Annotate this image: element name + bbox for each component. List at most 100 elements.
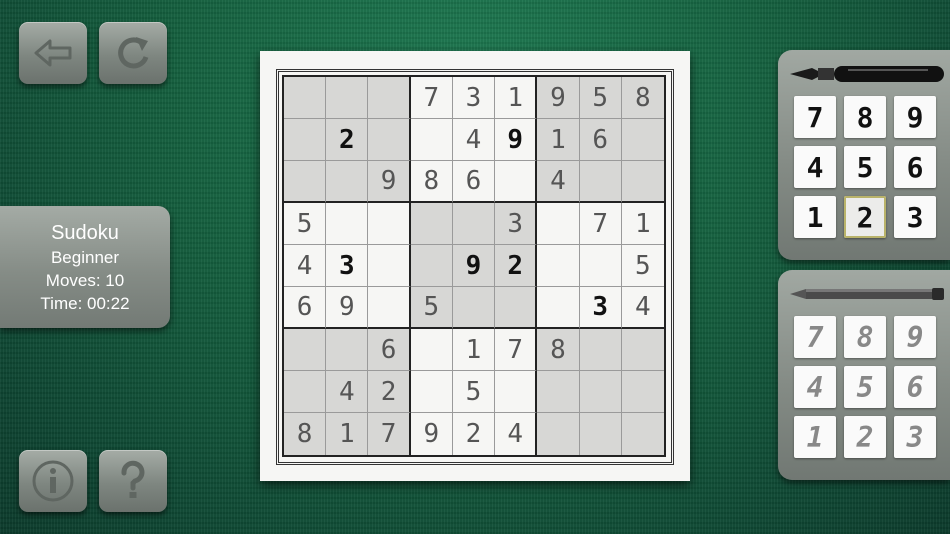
- board-cell-r8c4[interactable]: [410, 371, 453, 413]
- board-cell-r9c2[interactable]: 1: [326, 413, 369, 455]
- board-cell-r3c4[interactable]: 8: [410, 161, 453, 203]
- board-cell-r8c7[interactable]: [537, 371, 580, 413]
- board-cell-r8c2[interactable]: 4: [326, 371, 369, 413]
- pen-key-6[interactable]: 6: [894, 146, 936, 188]
- board-cell-r1c1[interactable]: [284, 77, 327, 119]
- board-cell-r6c2[interactable]: 9: [326, 287, 369, 329]
- board-cell-r7c4[interactable]: [410, 329, 453, 371]
- board-cell-r5c1[interactable]: 4: [284, 245, 327, 287]
- board-cell-r9c8[interactable]: [579, 413, 622, 455]
- board-cell-r9c5[interactable]: 2: [453, 413, 496, 455]
- pencil-key-1[interactable]: 1: [794, 416, 836, 458]
- board-cell-r9c4[interactable]: 9: [411, 413, 453, 455]
- board-cell-r4c3[interactable]: [368, 203, 411, 245]
- pencil-key-3[interactable]: 3: [894, 416, 936, 458]
- board-cell-r9c9[interactable]: [621, 413, 664, 455]
- pen-key-2[interactable]: 2: [844, 196, 886, 238]
- board-cell-r1c8[interactable]: 5: [579, 77, 622, 119]
- pencil-key-9[interactable]: 9: [894, 316, 936, 358]
- back-button[interactable]: [19, 22, 87, 84]
- board-cell-r1c6[interactable]: 1: [495, 77, 538, 119]
- board-cell-r2c4[interactable]: [410, 119, 453, 161]
- pen-key-7[interactable]: 7: [794, 96, 836, 138]
- pencil-key-6[interactable]: 6: [894, 366, 936, 408]
- board-cell-r2c1[interactable]: [284, 119, 327, 161]
- board-cell-r9c6[interactable]: 4: [495, 413, 538, 455]
- redo-button[interactable]: [99, 22, 167, 84]
- board-cell-r1c2[interactable]: [326, 77, 369, 119]
- board-cell-r6c4[interactable]: 5: [410, 287, 453, 329]
- board-cell-r3c3[interactable]: 9: [368, 161, 411, 203]
- board-cell-r2c5[interactable]: 4: [452, 119, 496, 161]
- board-cell-r3c5[interactable]: 6: [452, 161, 496, 203]
- board-cell-r6c5[interactable]: [452, 287, 496, 329]
- board-cell-r3c1[interactable]: [284, 161, 327, 203]
- board-cell-r8c1[interactable]: [284, 371, 327, 413]
- info-button[interactable]: [19, 450, 87, 512]
- board-cell-r4c7[interactable]: [537, 203, 580, 245]
- board-cell-r5c3[interactable]: [368, 245, 411, 287]
- board-cell-r9c3[interactable]: 7: [368, 413, 411, 455]
- pen-key-9[interactable]: 9: [894, 96, 936, 138]
- board-cell-r7c9[interactable]: [621, 329, 664, 371]
- board-cell-r6c6[interactable]: [495, 287, 538, 329]
- board-cell-r1c9[interactable]: 8: [621, 77, 664, 119]
- pencil-key-7[interactable]: 7: [794, 316, 836, 358]
- board-cell-r5c4[interactable]: [410, 245, 453, 287]
- board-cell-r5c2[interactable]: 3: [326, 245, 369, 287]
- board-cell-r8c9[interactable]: [621, 371, 664, 413]
- board-cell-r3c9[interactable]: [621, 161, 664, 203]
- pencil-key-4[interactable]: 4: [794, 366, 836, 408]
- board-cell-r7c3[interactable]: 6: [368, 329, 411, 371]
- board-cell-r3c2[interactable]: [326, 161, 369, 203]
- board-cell-r3c8[interactable]: [579, 161, 622, 203]
- board-cell-r2c7[interactable]: 1: [537, 119, 580, 161]
- pen-key-5[interactable]: 5: [844, 146, 886, 188]
- pencil-key-5[interactable]: 5: [844, 366, 886, 408]
- board-cell-r3c7[interactable]: 4: [537, 161, 580, 203]
- board-cell-r5c5[interactable]: 9: [452, 245, 496, 287]
- pen-key-1[interactable]: 1: [794, 196, 836, 238]
- board-cell-r8c5[interactable]: 5: [452, 371, 496, 413]
- board-cell-r6c3[interactable]: [368, 287, 411, 329]
- board-cell-r1c5[interactable]: 3: [452, 77, 496, 119]
- board-cell-r2c8[interactable]: 6: [579, 119, 622, 161]
- board-cell-r1c4[interactable]: 7: [410, 77, 453, 119]
- board-cell-r7c7[interactable]: 8: [537, 329, 580, 371]
- board-cell-r2c2[interactable]: 2: [326, 119, 369, 161]
- board-cell-r7c2[interactable]: [326, 329, 369, 371]
- board-cell-r9c7[interactable]: [537, 413, 580, 455]
- board-cell-r2c3[interactable]: [368, 119, 411, 161]
- pencil-key-2[interactable]: 2: [844, 416, 886, 458]
- board-cell-r8c8[interactable]: [579, 371, 622, 413]
- board-cell-r1c7[interactable]: 9: [537, 77, 580, 119]
- board-cell-r5c7[interactable]: [537, 245, 580, 287]
- board-cell-r9c1[interactable]: 8: [284, 413, 327, 455]
- board-cell-r5c9[interactable]: 5: [621, 245, 664, 287]
- board-cell-r6c8[interactable]: 3: [579, 287, 622, 329]
- pen-key-4[interactable]: 4: [794, 146, 836, 188]
- board-cell-r4c8[interactable]: 7: [579, 203, 622, 245]
- board-cell-r3c6[interactable]: [495, 161, 538, 203]
- board-cell-r2c9[interactable]: [621, 119, 664, 161]
- pencil-key-8[interactable]: 8: [844, 316, 886, 358]
- board-cell-r6c9[interactable]: 4: [621, 287, 664, 329]
- board-cell-r2c6[interactable]: 9: [495, 119, 538, 161]
- help-button[interactable]: [99, 450, 167, 512]
- board-cell-r4c5[interactable]: [452, 203, 496, 245]
- board-cell-r4c2[interactable]: [326, 203, 369, 245]
- board-cell-r8c6[interactable]: [495, 371, 538, 413]
- board-cell-r7c6[interactable]: 7: [495, 329, 538, 371]
- board-cell-r6c1[interactable]: 6: [284, 287, 327, 329]
- board-cell-r7c5[interactable]: 1: [452, 329, 496, 371]
- board-cell-r4c6[interactable]: 3: [495, 203, 538, 245]
- pen-key-3[interactable]: 3: [894, 196, 936, 238]
- board-cell-r5c6[interactable]: 2: [495, 245, 538, 287]
- board-cell-r6c7[interactable]: [537, 287, 580, 329]
- board-cell-r4c1[interactable]: 5: [284, 203, 327, 245]
- board-cell-r7c1[interactable]: [284, 329, 327, 371]
- board-cell-r4c4[interactable]: [410, 203, 453, 245]
- board-cell-r8c3[interactable]: 2: [368, 371, 411, 413]
- board-cell-r1c3[interactable]: [368, 77, 411, 119]
- board-cell-r7c8[interactable]: [579, 329, 622, 371]
